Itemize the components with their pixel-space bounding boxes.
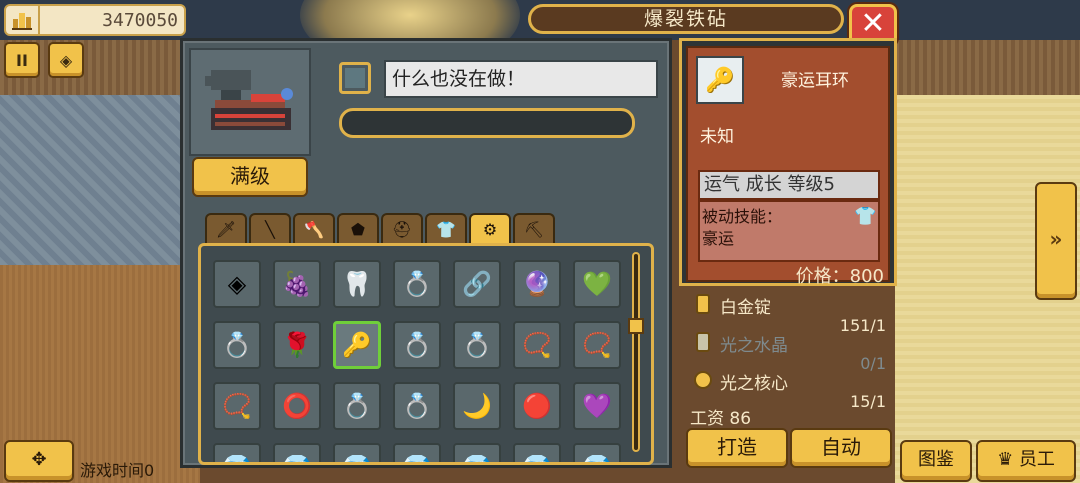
selected-item-icon: 🔑 xyxy=(696,56,744,104)
building-icon xyxy=(6,6,40,34)
max-level-button[interactable]: 满级 xyxy=(192,157,308,197)
item-stats: 运气 成长 等级5 xyxy=(698,170,880,200)
item-slot[interactable]: 💍 xyxy=(453,321,501,369)
scroll-thumb[interactable] xyxy=(628,318,644,334)
craft-button[interactable]: 打造 xyxy=(686,428,788,468)
anvil-preview xyxy=(189,48,311,156)
tab-shield[interactable]: ⬟ xyxy=(337,213,379,245)
item-slot[interactable]: 💚 xyxy=(573,260,621,308)
item-slot[interactable]: 💍 xyxy=(213,321,261,369)
shirt-icon: 👕 xyxy=(854,206,877,227)
item-grid-panel: ◈🍇🦷💍🔗🔮💚💍🌹🔑💍💍📿📿📿⭕💍💍🌙🔴💜💎💎💎💎💎💎💎 xyxy=(198,243,654,465)
money-value: 3470050 xyxy=(102,9,178,31)
item-slot[interactable]: 💍 xyxy=(333,382,381,430)
compass-icon: ◈ xyxy=(59,50,73,70)
item-slot[interactable]: 🍇 xyxy=(273,260,321,308)
item-slot[interactable]: 💍 xyxy=(393,382,441,430)
item-name: 豪运耳环 xyxy=(781,71,849,91)
item-slot[interactable]: 💎 xyxy=(393,443,441,462)
item-grid: ◈🍇🦷💍🔗🔮💚💍🌹🔑💍💍📿📿📿⭕💍💍🌙🔴💜💎💎💎💎💎💎💎 xyxy=(213,260,621,462)
material-name: 白金锭 xyxy=(720,298,771,318)
tab-armor[interactable]: 👕 xyxy=(425,213,467,245)
wall-right xyxy=(895,40,1080,100)
platinum-ingot-icon xyxy=(696,294,710,314)
tab-accessory[interactable]: ⚙ xyxy=(469,213,511,245)
item-slot[interactable]: 🌹 xyxy=(273,321,321,369)
item-slot[interactable]: 💎 xyxy=(213,443,261,462)
close-icon: ✕ xyxy=(860,6,886,41)
item-scrollbar[interactable] xyxy=(632,252,640,452)
item-slot[interactable]: 💎 xyxy=(273,443,321,462)
tab-axe[interactable]: 🪓 xyxy=(293,213,335,245)
money-counter: 3470050 xyxy=(4,4,186,36)
catalog-button[interactable]: 图鉴 xyxy=(900,440,972,482)
tab-spear[interactable]: ╲ xyxy=(249,213,291,245)
floor-tiles-left xyxy=(0,95,200,265)
item-slot[interactable]: 📿 xyxy=(513,321,561,369)
item-slot[interactable]: 🔴 xyxy=(513,382,561,430)
staff-button[interactable]: ♛ 员工 xyxy=(976,440,1076,482)
crafting-progress-bar xyxy=(339,108,635,138)
catalog-label: 图鉴 xyxy=(918,449,954,470)
item-slot[interactable]: 💎 xyxy=(333,443,381,462)
item-slot[interactable]: 💎 xyxy=(573,443,621,462)
item-slot[interactable]: 💍 xyxy=(393,321,441,369)
game-time: 游戏时间0 xyxy=(80,461,155,480)
dpad-button[interactable]: ✥ xyxy=(4,440,74,482)
material-qty: 151/1 xyxy=(839,316,886,335)
window-title: 爆裂铁砧 xyxy=(528,4,844,34)
crafting-status: 什么也没在做！ xyxy=(384,60,658,98)
skill-value: 豪运 xyxy=(702,229,735,248)
item-slot[interactable]: 💍 xyxy=(393,260,441,308)
material-name: 光之核心 xyxy=(720,374,788,394)
tab-sword[interactable]: 🗡 xyxy=(205,213,247,245)
item-slot[interactable]: 🌙 xyxy=(453,382,501,430)
auto-button[interactable]: 自动 xyxy=(790,428,892,468)
map-button[interactable]: ◈ xyxy=(48,42,84,78)
expand-arrow-button[interactable]: » xyxy=(1035,182,1077,300)
material-name: 光之水晶 xyxy=(720,336,788,356)
item-slot[interactable]: 🔑 xyxy=(333,321,381,369)
category-tabs: 🗡 ╲ 🪓 ⬟ ⛑ 👕 ⚙ ⛏ xyxy=(205,213,555,245)
item-price: 价格：800 xyxy=(795,266,884,287)
item-slot[interactable]: 🦷 xyxy=(333,260,381,308)
item-slot[interactable]: 🔮 xyxy=(513,260,561,308)
item-rarity: 未知 xyxy=(700,127,734,147)
item-slot[interactable]: 🔗 xyxy=(453,260,501,308)
material-qty: 15/1 xyxy=(850,392,886,411)
staff-icon: ♛ xyxy=(997,449,1014,470)
item-slot[interactable]: 💜 xyxy=(573,382,621,430)
wage-label: 工资 86 xyxy=(690,409,752,429)
light-core-icon xyxy=(694,371,712,389)
skill-label: 被动技能： xyxy=(702,207,783,226)
item-slot[interactable]: 📿 xyxy=(573,321,621,369)
light-crystal-icon xyxy=(696,332,710,352)
dpad-icon: ✥ xyxy=(31,449,47,470)
item-slot[interactable]: ⭕ xyxy=(273,382,321,430)
item-slot[interactable]: ◈ xyxy=(213,260,261,308)
double-chevron-icon: » xyxy=(1049,227,1063,251)
repeat-checkbox[interactable] xyxy=(339,62,371,94)
staff-label: 员工 xyxy=(1018,449,1055,470)
item-slot[interactable]: 📿 xyxy=(213,382,261,430)
pause-icon: II xyxy=(16,50,28,70)
item-slot[interactable]: 💎 xyxy=(513,443,561,462)
material-qty: 0/1 xyxy=(860,354,886,373)
tab-helmet[interactable]: ⛑ xyxy=(381,213,423,245)
pause-button[interactable]: II xyxy=(4,42,40,78)
item-slot[interactable]: 💎 xyxy=(453,443,501,462)
anvil-icon xyxy=(205,70,293,130)
tab-pickaxe[interactable]: ⛏ xyxy=(513,213,555,245)
